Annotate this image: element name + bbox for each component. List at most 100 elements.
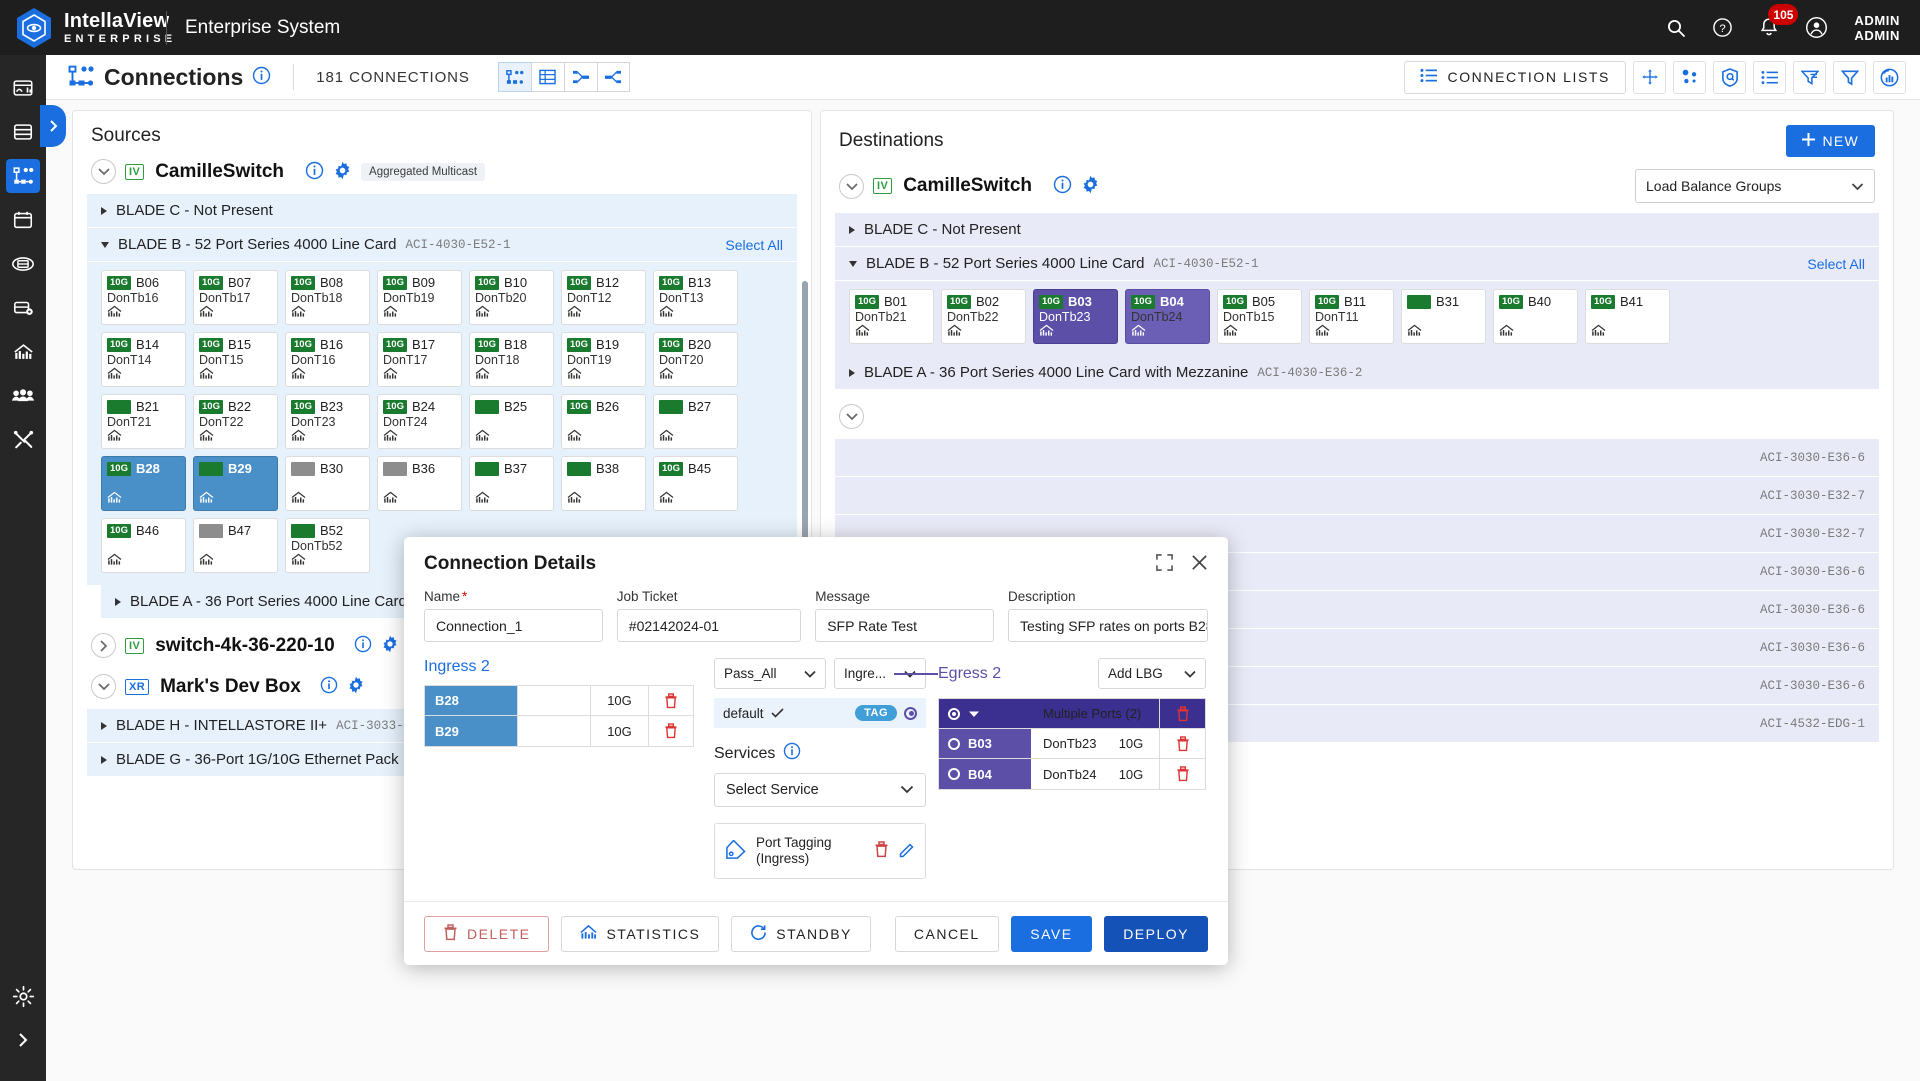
sidebar-item-dashboard[interactable] xyxy=(6,71,40,105)
notifications-icon[interactable]: 105 xyxy=(1759,4,1799,38)
port-card[interactable]: 10G B46 xyxy=(101,518,186,573)
port-card[interactable]: 10G B40 xyxy=(1493,289,1578,344)
tag-row[interactable]: default TAG xyxy=(714,698,926,728)
trash-icon[interactable] xyxy=(648,686,694,715)
port-card[interactable]: 10G B04 DonTb24 xyxy=(1125,289,1210,344)
port-card[interactable]: 10G B22 DonT22 xyxy=(193,394,278,449)
dst-blade-row-c[interactable]: BLADE C - Not Present xyxy=(835,213,1879,247)
sidebar-item-settings[interactable] xyxy=(6,979,40,1013)
port-chart-icon[interactable] xyxy=(291,491,306,507)
port-card[interactable]: 10G B07 DonTb17 xyxy=(193,270,278,325)
port-chart-icon[interactable] xyxy=(947,324,962,340)
trash-icon[interactable] xyxy=(648,716,694,746)
port-card[interactable]: 10G B28 xyxy=(101,456,186,511)
sidebar-item-users[interactable] xyxy=(6,379,40,413)
view-mode-grid[interactable] xyxy=(497,62,531,92)
port-card[interactable]: 10G B12 DonT12 xyxy=(561,270,646,325)
destination-code-row[interactable]: ACI-3030-E36-6 xyxy=(835,439,1879,477)
port-chart-icon[interactable] xyxy=(659,305,674,321)
filter-sort-icon[interactable] xyxy=(1793,60,1826,94)
port-chart-icon[interactable] xyxy=(107,305,122,321)
port-chart-icon[interactable] xyxy=(199,429,214,445)
gear-icon[interactable] xyxy=(333,161,352,183)
port-chart-icon[interactable] xyxy=(107,491,122,507)
port-chart-icon[interactable] xyxy=(1499,324,1514,340)
port-chart-icon[interactable] xyxy=(107,553,122,569)
port-card[interactable]: 10G B16 DonT16 xyxy=(285,332,370,387)
trash-icon[interactable] xyxy=(1159,759,1205,789)
view-mode-tree-left[interactable] xyxy=(563,62,597,92)
port-chart-icon[interactable] xyxy=(1039,324,1054,340)
blade-row-c[interactable]: BLADE C - Not Present xyxy=(87,194,797,228)
save-button[interactable]: SAVE xyxy=(1010,915,1093,952)
search-icon[interactable] xyxy=(1666,18,1686,38)
port-chart-icon[interactable] xyxy=(199,305,214,321)
gear-icon[interactable] xyxy=(381,635,399,656)
sidebar-item-calendar[interactable] xyxy=(6,203,40,237)
sidebar-item-devices[interactable] xyxy=(6,115,40,149)
info-icon[interactable] xyxy=(252,66,271,88)
info-icon[interactable] xyxy=(305,161,324,183)
port-chart-icon[interactable] xyxy=(107,367,122,383)
egress-row[interactable]: B04 DonTb24 10G xyxy=(939,759,1205,789)
deploy-button[interactable]: DEPLOY xyxy=(1104,915,1208,952)
port-chart-icon[interactable] xyxy=(659,491,674,507)
sidebar-item-tools[interactable] xyxy=(6,423,40,457)
port-card[interactable]: 10G B15 DonT15 xyxy=(193,332,278,387)
gear-icon[interactable] xyxy=(347,676,365,697)
port-card[interactable]: 10G B02 DonTb22 xyxy=(941,289,1026,344)
port-chart-icon[interactable] xyxy=(567,491,582,507)
port-card[interactable]: 10G B03 DonTb23 xyxy=(1033,289,1118,344)
name-input[interactable]: Connection_1 xyxy=(424,609,603,642)
tag-connector-radio[interactable] xyxy=(904,706,917,720)
standby-button[interactable]: STANDBY xyxy=(731,915,871,952)
port-chart-icon[interactable] xyxy=(199,367,214,383)
info-icon[interactable] xyxy=(354,635,372,656)
sidebar-item-storage[interactable] xyxy=(6,291,40,325)
new-connection-button[interactable]: NEW xyxy=(1786,125,1875,157)
view-mode-tree-right[interactable] xyxy=(596,62,630,92)
port-chart-icon[interactable] xyxy=(291,429,306,445)
help-icon[interactable]: ? xyxy=(1712,17,1733,38)
chevron-down-icon[interactable] xyxy=(839,404,864,429)
port-card[interactable]: 10G B14 DonT14 xyxy=(101,332,186,387)
port-chart-icon[interactable] xyxy=(659,367,674,383)
port-chart-icon[interactable] xyxy=(1315,324,1330,340)
port-chart-icon[interactable] xyxy=(199,553,214,569)
port-card[interactable]: 10G B30 xyxy=(285,456,370,511)
sidebar-expand-icon[interactable] xyxy=(6,1023,40,1057)
port-card[interactable]: 10G B26 xyxy=(561,394,646,449)
port-chart-icon[interactable] xyxy=(1591,324,1606,340)
port-card[interactable]: 10G B47 xyxy=(193,518,278,573)
port-chart-icon[interactable] xyxy=(567,367,582,383)
port-card[interactable]: 10G B05 DonTb15 xyxy=(1217,289,1302,344)
port-chart-icon[interactable] xyxy=(383,367,398,383)
port-card[interactable]: 10G B36 xyxy=(377,456,462,511)
port-tagging-delete-icon[interactable] xyxy=(874,841,889,861)
delete-button[interactable]: DELETE xyxy=(424,915,550,952)
port-chart-icon[interactable] xyxy=(107,429,122,445)
port-chart-icon[interactable] xyxy=(1223,324,1238,340)
dst-blade-row-a[interactable]: BLADE A - 36 Port Series 4000 Line Card … xyxy=(835,356,1879,390)
port-card[interactable]: 10G B13 DonT13 xyxy=(653,270,738,325)
ingress-row[interactable]: B28 10G xyxy=(425,686,694,716)
info-icon[interactable] xyxy=(783,742,801,765)
expand-icon[interactable] xyxy=(1156,554,1173,574)
port-chart-icon[interactable] xyxy=(659,429,674,445)
port-card[interactable]: 10G B01 DonTb21 xyxy=(849,289,934,344)
port-card[interactable]: 10G B24 DonT24 xyxy=(377,394,462,449)
description-input[interactable]: Testing SFP rates on ports B28 xyxy=(1008,609,1208,642)
port-chart-icon[interactable] xyxy=(1407,324,1422,340)
view-mode-table[interactable] xyxy=(530,62,564,92)
port-card[interactable]: 10G B10 DonTb20 xyxy=(469,270,554,325)
select-all-link[interactable]: Select All xyxy=(725,237,783,253)
port-card[interactable]: 10G B37 xyxy=(469,456,554,511)
port-card[interactable]: 10G B20 DonT20 xyxy=(653,332,738,387)
list-lines-icon[interactable] xyxy=(1753,60,1786,94)
port-chart-icon[interactable] xyxy=(383,305,398,321)
port-chart-icon[interactable] xyxy=(475,305,490,321)
port-card[interactable]: 10G B09 DonTb19 xyxy=(377,270,462,325)
port-card[interactable]: 10G B11 DonT11 xyxy=(1309,289,1394,344)
sidebar-edge-toggle[interactable] xyxy=(40,105,66,147)
chevron-down-icon[interactable] xyxy=(91,674,116,699)
